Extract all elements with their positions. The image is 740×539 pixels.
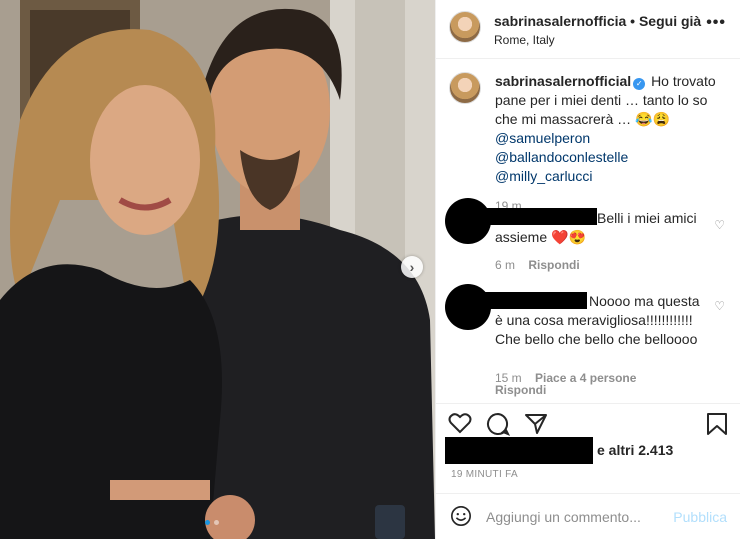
- caption-text-block: sabrinasalernofficial ✓ Ho trovato pane p…: [495, 72, 727, 186]
- redacted-likers: [445, 437, 593, 464]
- chevron-right-icon: ›: [409, 259, 415, 275]
- likes-summary[interactable]: e altri 2.413: [445, 437, 735, 465]
- carousel-dot-active: [205, 520, 210, 525]
- caption-mentions[interactable]: @samuelperon @ballandoconlestelle @milly…: [495, 130, 628, 184]
- post-timestamp[interactable]: 19 MINUTI FA: [451, 469, 518, 480]
- add-comment-bar: Pubblica: [436, 493, 740, 539]
- caption-username[interactable]: sabrinasalernofficial: [495, 73, 631, 89]
- author-username[interactable]: sabrinasalernofficia: [494, 13, 626, 29]
- reply-button[interactable]: Rispondi: [528, 258, 579, 272]
- likes-count[interactable]: e altri 2.413: [597, 442, 673, 458]
- comment-meta: 6 m Rispondi: [495, 258, 580, 272]
- reply-button[interactable]: Rispondi: [495, 383, 546, 397]
- separator: •: [630, 13, 636, 29]
- comment-item: Belli i miei amici assieme ❤️😍 6 m Rispo…: [436, 198, 740, 278]
- comment-likes[interactable]: Piace a 4 persone: [535, 371, 636, 385]
- comment-time[interactable]: 6 m: [495, 258, 515, 272]
- post-details-panel: sabrinasalernofficia • Segui già Rome, I…: [435, 0, 740, 539]
- verified-badge-icon: ✓: [633, 78, 646, 90]
- like-comment-heart-icon[interactable]: ♡: [714, 299, 725, 313]
- author-line: sabrinasalernofficia • Segui già: [494, 13, 701, 29]
- emoji-icon[interactable]: [450, 505, 472, 527]
- caption-author-avatar[interactable]: [449, 72, 481, 104]
- comment-text: Belli i miei amici assieme ❤️😍: [495, 210, 697, 245]
- like-comment-heart-icon[interactable]: ♡: [714, 218, 725, 232]
- save-bookmark-icon[interactable]: [706, 412, 728, 436]
- publish-button[interactable]: Pubblica: [673, 509, 727, 525]
- more-options-icon[interactable]: •••: [706, 14, 726, 32]
- author-avatar[interactable]: [449, 11, 481, 43]
- comment-item: Noooo ma questa è una cosa meravigliosa!…: [436, 284, 740, 397]
- post-actions: [436, 403, 740, 439]
- carousel-next-button[interactable]: ›: [401, 256, 423, 278]
- photo-illustration: [0, 0, 435, 539]
- post-location[interactable]: Rome, Italy: [494, 33, 555, 47]
- comment-icon[interactable]: [486, 412, 510, 436]
- share-icon[interactable]: [524, 412, 548, 436]
- carousel-dot: [214, 520, 219, 525]
- heart-icon[interactable]: [448, 412, 472, 434]
- post-photo[interactable]: ›: [0, 0, 435, 539]
- comment-input[interactable]: [486, 506, 666, 528]
- following-button[interactable]: Segui già: [639, 13, 701, 29]
- post-header: sabrinasalernofficia • Segui già Rome, I…: [436, 0, 740, 59]
- post-caption: sabrinasalernofficial ✓ Ho trovato pane p…: [436, 72, 740, 213]
- carousel-indicator: [205, 520, 219, 525]
- comment-text: Noooo ma questa è una cosa meravigliosa!…: [495, 293, 700, 347]
